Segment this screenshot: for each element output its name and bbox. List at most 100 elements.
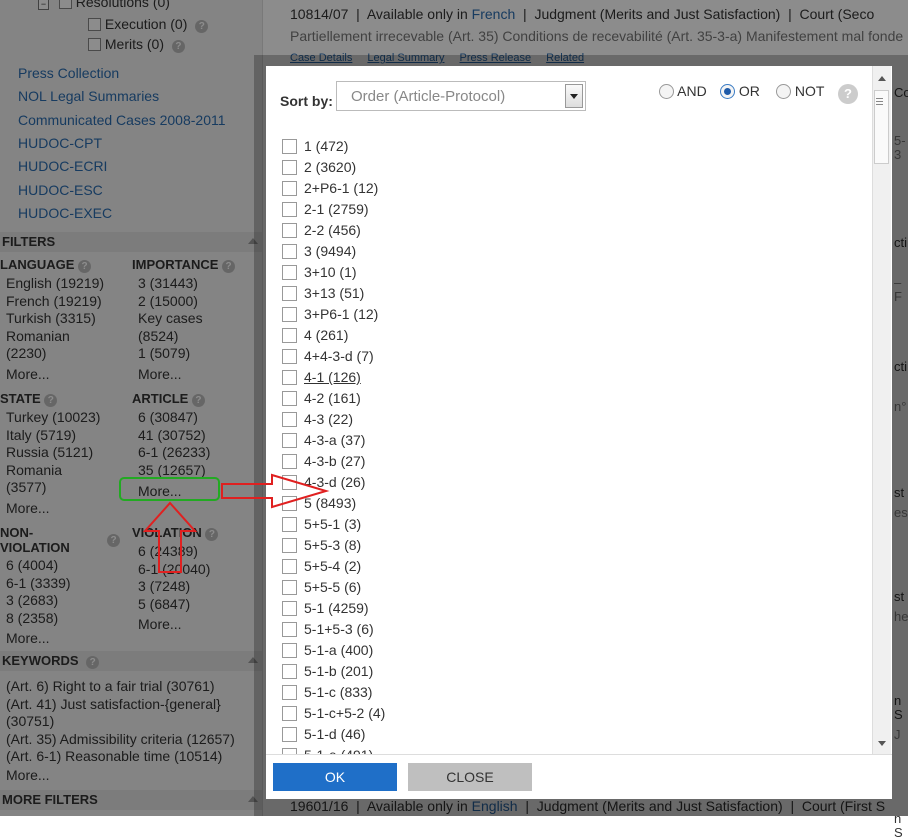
option-item[interactable]: 4-1 (126): [282, 369, 361, 389]
option-checkbox[interactable]: [282, 580, 297, 595]
option-checkbox[interactable]: [282, 139, 297, 154]
scroll-up-icon[interactable]: [878, 76, 886, 81]
option-item[interactable]: 5-1-c+5-2 (4): [282, 705, 385, 725]
option-label: 5-1 (4259): [304, 600, 369, 616]
option-label: 1 (472): [304, 138, 349, 154]
option-checkbox[interactable]: [282, 391, 297, 406]
option-item[interactable]: 5-1-a (400): [282, 642, 373, 662]
option-item[interactable]: 5-1-d (46): [282, 726, 365, 746]
option-checkbox[interactable]: [282, 328, 297, 343]
radio-label: AND: [677, 83, 707, 99]
option-label: 5-1-d (46): [304, 726, 366, 742]
dialog-footer: OK CLOSE: [266, 754, 892, 799]
option-label: 2-1 (2759): [304, 201, 369, 217]
option-label: 3+10 (1): [304, 264, 357, 280]
radio-label: OR: [738, 83, 760, 99]
option-checkbox[interactable]: [282, 685, 297, 700]
ok-button[interactable]: OK: [273, 763, 397, 791]
radio-not[interactable]: NOT: [776, 83, 824, 99]
option-item[interactable]: 5+5-1 (3): [282, 516, 361, 536]
radio-button[interactable]: [776, 84, 791, 99]
option-item[interactable]: 5-1-e (491): [282, 747, 373, 754]
option-checkbox[interactable]: [282, 181, 297, 196]
option-label: 2 (3620): [304, 159, 357, 175]
option-checkbox[interactable]: [282, 160, 297, 175]
option-item[interactable]: 2-1 (2759): [282, 201, 369, 221]
option-item[interactable]: 3+10 (1): [282, 264, 357, 284]
option-item[interactable]: 3 (9494): [282, 243, 356, 263]
scroll-down-icon[interactable]: [878, 741, 886, 746]
radio-button[interactable]: [659, 84, 674, 99]
option-item[interactable]: 3+P6-1 (12): [282, 306, 378, 326]
option-item[interactable]: 4-3 (22): [282, 411, 353, 431]
option-label: 4+4-3-d (7): [304, 348, 374, 364]
option-item[interactable]: 1 (472): [282, 138, 348, 158]
option-item[interactable]: 5-1 (4259): [282, 600, 369, 620]
option-item[interactable]: 2+P6-1 (12): [282, 180, 378, 200]
sort-by-label: Sort by:: [280, 93, 333, 109]
radio-label: NOT: [794, 83, 825, 99]
dropdown-arrow-icon[interactable]: [565, 84, 583, 108]
option-checkbox[interactable]: [282, 433, 297, 448]
option-checkbox[interactable]: [282, 244, 297, 259]
sort-by-value: Order (Article-Protocol): [351, 88, 506, 105]
option-item[interactable]: 4-2 (161): [282, 390, 361, 410]
option-item[interactable]: 5+5-5 (6): [282, 579, 361, 599]
option-item[interactable]: 3+13 (51): [282, 285, 364, 305]
option-checkbox[interactable]: [282, 307, 297, 322]
option-checkbox[interactable]: [282, 454, 297, 469]
option-checkbox[interactable]: [282, 643, 297, 658]
option-label: 4-1 (126): [304, 369, 361, 385]
option-checkbox[interactable]: [282, 286, 297, 301]
option-item[interactable]: 5-1-b (201): [282, 663, 373, 683]
option-checkbox[interactable]: [282, 349, 297, 364]
option-checkbox[interactable]: [282, 559, 297, 574]
list-scrollbar[interactable]: [872, 66, 891, 754]
option-item[interactable]: 5-1-c (833): [282, 684, 372, 704]
option-checkbox[interactable]: [282, 538, 297, 553]
option-label: 5-1-b (201): [304, 663, 374, 679]
option-checkbox[interactable]: [282, 496, 297, 511]
option-label: 4-3-a (37): [304, 432, 366, 448]
option-checkbox[interactable]: [282, 517, 297, 532]
option-item[interactable]: 2-2 (456): [282, 222, 361, 242]
option-label: 5+5-3 (8): [304, 537, 362, 553]
option-checkbox[interactable]: [282, 412, 297, 427]
scroll-thumb[interactable]: [874, 90, 889, 164]
help-icon[interactable]: ?: [838, 84, 858, 104]
option-checkbox[interactable]: [282, 265, 297, 280]
radio-button-selected[interactable]: [720, 84, 735, 99]
option-label: 5-1-c+5-2 (4): [304, 705, 386, 721]
option-label: 3+13 (51): [304, 285, 365, 301]
option-label: 3 (9494): [304, 243, 357, 259]
option-label: 5-1-e (491): [304, 747, 373, 754]
close-button[interactable]: CLOSE: [408, 763, 532, 791]
option-checkbox[interactable]: [282, 706, 297, 721]
option-checkbox[interactable]: [282, 622, 297, 637]
option-item[interactable]: 4 (261): [282, 327, 348, 347]
sort-by-select[interactable]: Order (Article-Protocol): [336, 81, 586, 111]
option-checkbox[interactable]: [282, 727, 297, 742]
radio-and[interactable]: AND: [659, 83, 707, 99]
option-label: 2-2 (456): [304, 222, 361, 238]
article-options-list[interactable]: 1 (472) 2 (3620) 2+P6-1 (12) 2-1 (2759) 2-2 …: [266, 128, 872, 754]
option-checkbox[interactable]: [282, 370, 297, 385]
radio-or[interactable]: OR: [720, 83, 760, 99]
grip-icon: [876, 98, 883, 99]
option-item[interactable]: 4-3-b (27): [282, 453, 365, 473]
option-item[interactable]: 5+5-3 (8): [282, 537, 361, 557]
option-item[interactable]: 5+5-4 (2): [282, 558, 361, 578]
option-item[interactable]: 5 (8493): [282, 495, 356, 515]
option-label: 5+5-5 (6): [304, 579, 362, 595]
option-item[interactable]: 2 (3620): [282, 159, 356, 179]
option-checkbox[interactable]: [282, 202, 297, 217]
option-label: 5+5-1 (3): [304, 516, 362, 532]
option-checkbox[interactable]: [282, 601, 297, 616]
option-checkbox[interactable]: [282, 223, 297, 238]
option-item[interactable]: 4+4-3-d (7): [282, 348, 374, 368]
option-item[interactable]: 5-1+5-3 (6): [282, 621, 374, 641]
option-checkbox[interactable]: [282, 475, 297, 490]
option-checkbox[interactable]: [282, 664, 297, 679]
option-item[interactable]: 4-3-d (26): [282, 474, 365, 494]
option-item[interactable]: 4-3-a (37): [282, 432, 365, 452]
